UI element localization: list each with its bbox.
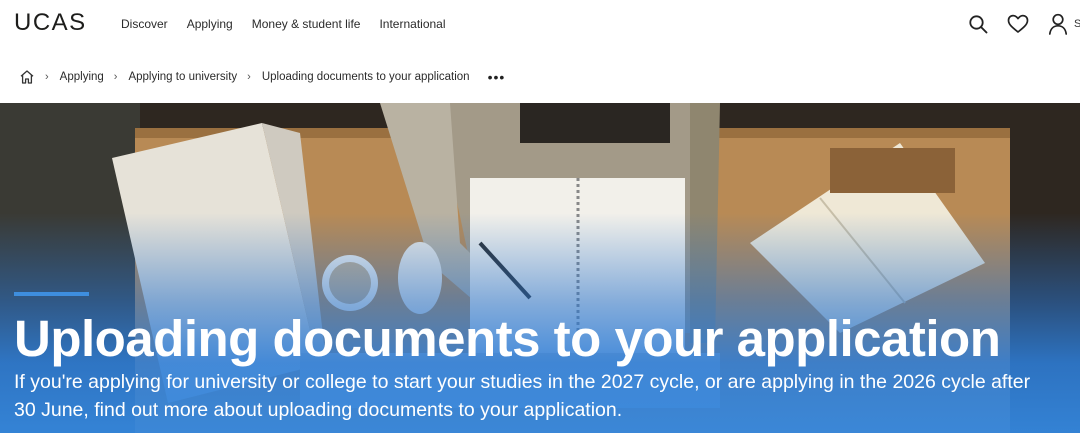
breadcrumb-separator: ›: [113, 70, 118, 83]
top-navigation: UCAS Discover Applying Money & student l…: [0, 0, 1080, 50]
nav-international[interactable]: International: [379, 17, 445, 31]
header-actions: S: [950, 12, 1080, 36]
breadcrumb-more-button[interactable]: •••: [488, 70, 506, 84]
breadcrumb-applying[interactable]: Applying: [60, 71, 104, 83]
page-title: Uploading documents to your application: [14, 310, 1001, 367]
home-icon[interactable]: [19, 69, 35, 85]
search-icon[interactable]: [966, 12, 990, 36]
user-icon[interactable]: [1046, 12, 1070, 36]
nav-applying[interactable]: Applying: [187, 17, 233, 31]
breadcrumb-separator: ›: [45, 70, 49, 83]
account-label[interactable]: S: [1074, 18, 1080, 30]
heart-icon[interactable]: [1006, 12, 1030, 36]
nav-discover[interactable]: Discover: [121, 17, 168, 31]
main-nav: Discover Applying Money & student life I…: [121, 17, 446, 31]
breadcrumb-applying-to-university[interactable]: Applying to university: [128, 71, 237, 83]
page-subtitle: If you're applying for university or col…: [14, 371, 1031, 421]
hero-banner: Uploading documents to your application …: [0, 103, 1080, 433]
hero-accent-bar: [14, 292, 89, 296]
breadcrumb-separator: ›: [247, 70, 251, 83]
nav-money-student-life[interactable]: Money & student life: [252, 17, 361, 31]
breadcrumb-current: Uploading documents to your application: [261, 70, 470, 83]
breadcrumb: › Applying › Applying to university › Up…: [0, 50, 1080, 103]
ucas-logo[interactable]: UCAS: [14, 9, 87, 37]
